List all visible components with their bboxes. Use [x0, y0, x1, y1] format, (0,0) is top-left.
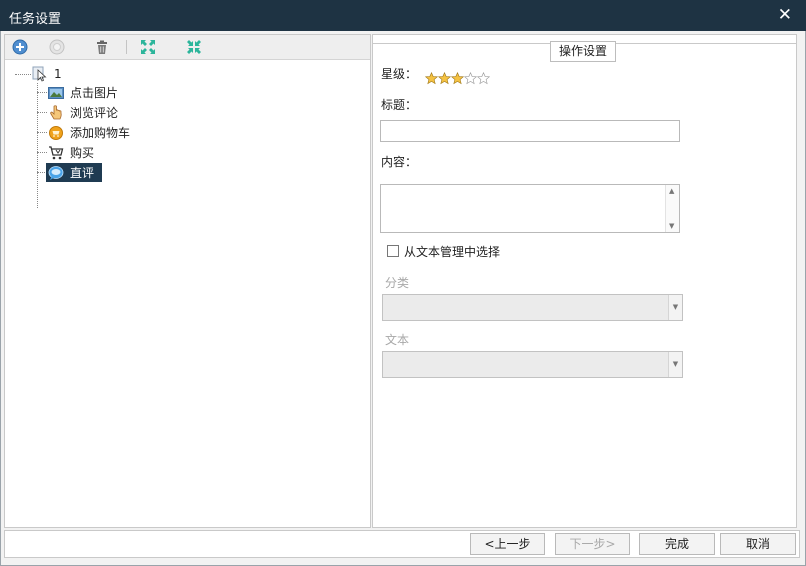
- star-filled-icon[interactable]: [438, 72, 451, 85]
- star-filled-icon[interactable]: [425, 72, 438, 85]
- tree-item-purchase[interactable]: 购买: [46, 143, 97, 162]
- chat-bubble-icon: [48, 165, 64, 181]
- tree-item-browse-comments[interactable]: 浏览评论: [46, 103, 121, 122]
- chevron-down-icon[interactable]: ▼: [668, 352, 682, 377]
- tree-item-label: 点击图片: [70, 86, 119, 100]
- scroll-down-icon[interactable]: ▼: [669, 222, 674, 230]
- window-titlebar: 任务设置 ✕: [0, 0, 806, 31]
- prev-step-button[interactable]: <上一步: [470, 533, 545, 555]
- tree-item-click-image[interactable]: 点击图片: [46, 83, 121, 102]
- text-manager-checkbox-label: 从文本管理中选择: [404, 245, 501, 259]
- hand-pointer-icon: [48, 104, 64, 121]
- tree-root-node[interactable]: 1: [30, 64, 65, 83]
- operation-settings-pane: 操作设置 星级： 标题： 内容： ▲ ▼ 从文本管理中选择 分类 ▼ 文本 ▼: [372, 34, 797, 528]
- next-step-button[interactable]: 下一步>: [555, 533, 630, 555]
- window-title: 任务设置: [9, 12, 62, 27]
- cancel-button[interactable]: 取消: [720, 533, 796, 555]
- title-label: 标题：: [381, 98, 418, 112]
- tree-root-label: 1: [54, 66, 62, 81]
- category-label: 分类: [385, 276, 410, 290]
- cart-badge-icon: [48, 125, 64, 141]
- star-rating[interactable]: [425, 72, 490, 85]
- collapse-icon[interactable]: [185, 38, 203, 56]
- text-manager-checkbox[interactable]: [387, 245, 399, 257]
- tree-item-label: 添加购物车: [70, 126, 131, 140]
- star-filled-icon[interactable]: [451, 72, 464, 85]
- group-title: 操作设置: [550, 41, 617, 62]
- shopping-cart-icon: [48, 145, 64, 161]
- tree-item-label: 购买: [70, 146, 95, 160]
- expand-icon[interactable]: [139, 38, 157, 56]
- tree-toolbar: [5, 35, 370, 60]
- tree-connector: [37, 83, 38, 208]
- content-textarea[interactable]: ▲ ▼: [380, 184, 680, 233]
- finish-button[interactable]: 完成: [639, 533, 715, 555]
- scroll-up-icon[interactable]: ▲: [669, 187, 674, 195]
- chevron-down-icon[interactable]: ▼: [668, 295, 682, 320]
- operation-settings-group: 操作设置 星级： 标题： 内容： ▲ ▼ 从文本管理中选择 分类 ▼ 文本 ▼: [373, 41, 796, 527]
- close-icon[interactable]: ✕: [778, 5, 792, 25]
- rating-label: 星级：: [381, 67, 418, 81]
- image-icon: [48, 85, 64, 101]
- disabled-circle-icon[interactable]: [48, 38, 66, 56]
- add-icon[interactable]: [11, 38, 29, 56]
- tree-item-add-to-cart[interactable]: 添加购物车: [46, 123, 133, 142]
- task-tree-pane: 1 点击图片 浏览评论 添加购物车 购买 直评: [4, 34, 371, 528]
- tree-item-label: 直评: [70, 166, 95, 180]
- tree-connector: [15, 74, 31, 75]
- content-scrollbar[interactable]: ▲ ▼: [665, 185, 679, 232]
- toolbar-separator: [126, 40, 127, 54]
- text-select[interactable]: ▼: [382, 351, 683, 378]
- trash-icon[interactable]: [93, 38, 111, 56]
- star-empty-icon[interactable]: [477, 72, 490, 85]
- tree-item-label: 浏览评论: [70, 106, 119, 120]
- title-input[interactable]: [380, 120, 680, 142]
- text-label: 文本: [385, 333, 410, 347]
- cursor-icon: [32, 66, 48, 82]
- star-empty-icon[interactable]: [464, 72, 477, 85]
- category-select[interactable]: ▼: [382, 294, 683, 321]
- content-label: 内容：: [381, 155, 418, 169]
- tree-item-direct-review[interactable]: 直评: [46, 163, 102, 182]
- dialog-body: 1 点击图片 浏览评论 添加购物车 购买 直评 操作设置 星级： 标题： 内容：…: [0, 31, 806, 566]
- dialog-button-bar: <上一步 下一步> 完成 取消: [4, 530, 800, 558]
